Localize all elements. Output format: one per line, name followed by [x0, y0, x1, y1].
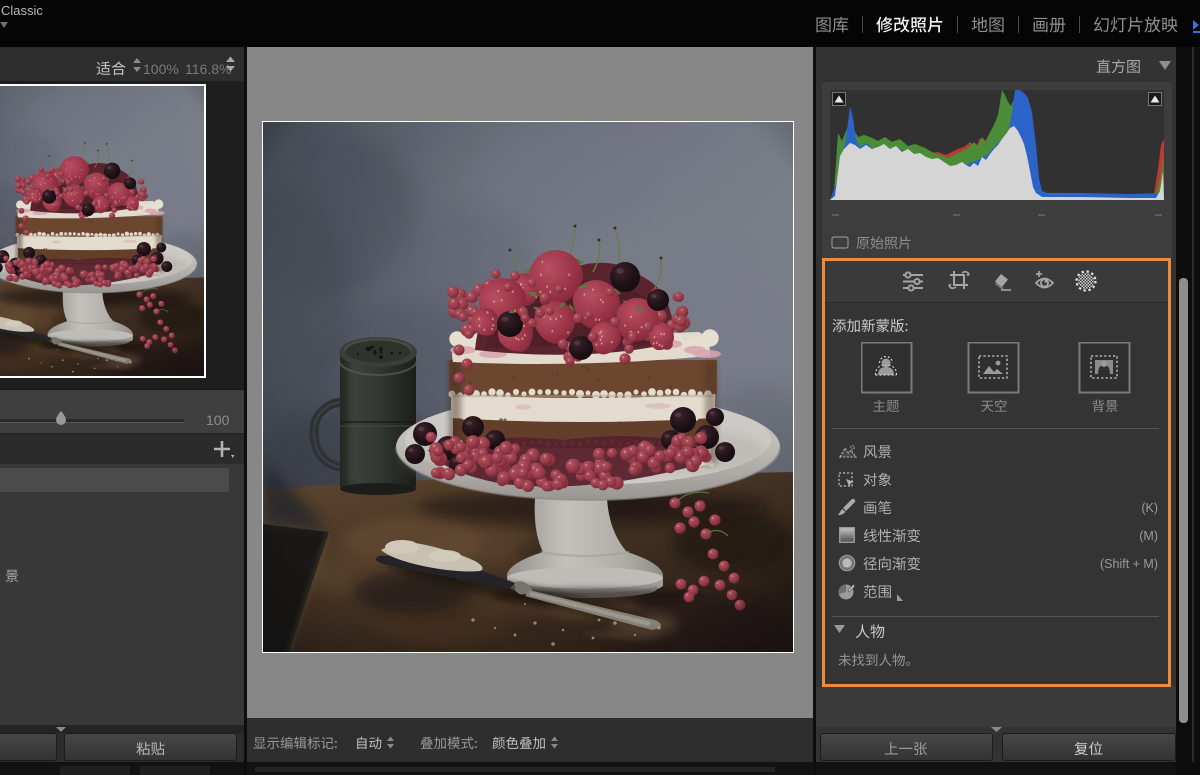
svg-text:(M): (M) [1139, 529, 1158, 543]
svg-text:(Shift + M): (Shift + M) [1100, 557, 1158, 571]
svg-text:(K): (K) [1141, 501, 1158, 515]
